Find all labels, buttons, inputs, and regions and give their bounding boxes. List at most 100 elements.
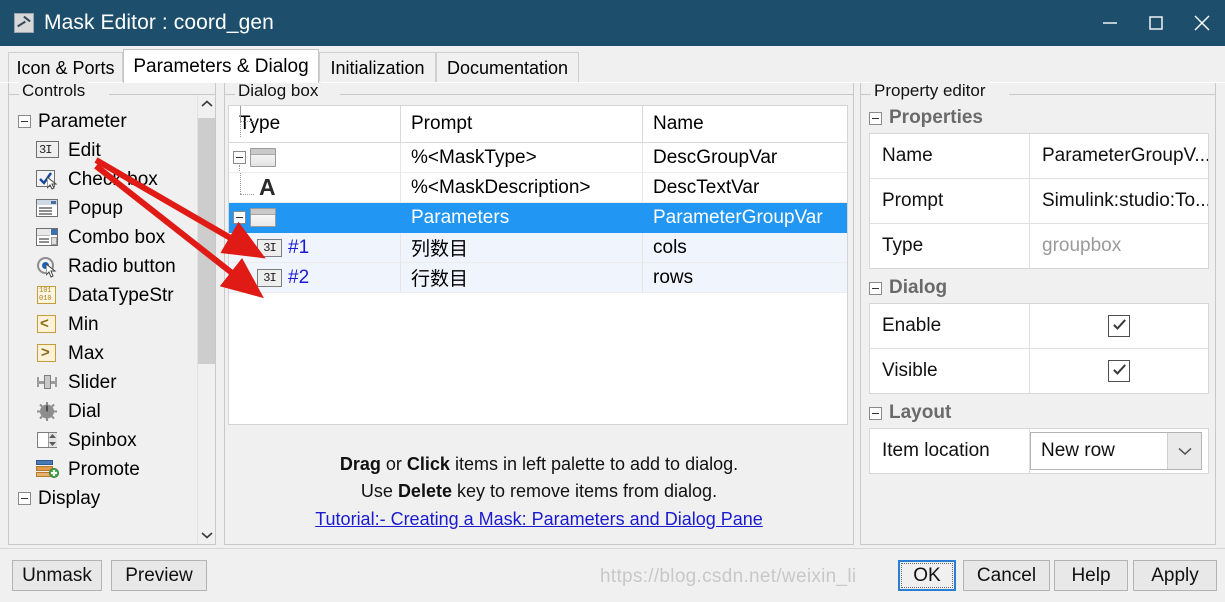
dialog-box-panel: Dialog box Type Prompt Name %<MaskType> … [224,81,854,545]
palette-scrollbar[interactable] [197,95,215,543]
column-header-prompt[interactable]: Prompt [401,106,643,142]
palette-item-radio-button[interactable]: Radio button [10,252,198,281]
palette-item-dial[interactable]: Dial [10,397,198,426]
tree-line [239,165,240,172]
popup-list-icon [36,198,60,219]
close-icon[interactable] [1179,0,1225,46]
tab-bar: Icon & Ports Parameters & Dialog Initial… [0,46,1225,83]
collapse-icon[interactable] [18,115,31,128]
palette-item-edit[interactable]: 3I Edit [10,136,198,165]
palette-group-display[interactable]: Display [10,484,198,513]
min-icon: < [36,314,60,335]
palette-item-label: Promote [68,458,140,480]
palette-item-popup[interactable]: Popup [10,194,198,223]
row-type-cell [229,203,401,233]
property-value-name[interactable]: ParameterGroupV... [1030,134,1208,178]
tab-icon-and-ports[interactable]: Icon & Ports [8,52,123,83]
property-key: Name [870,134,1030,178]
table-row[interactable]: A %<MaskDescription> DescTextVar [229,173,847,203]
unmask-button[interactable]: Unmask [12,560,102,591]
visible-checkbox[interactable] [1108,360,1130,382]
row-name-cell[interactable]: ParameterGroupVar [643,203,847,233]
apply-button[interactable]: Apply [1133,560,1217,591]
property-row-enable[interactable]: Enable [870,304,1208,349]
property-row-visible[interactable]: Visible [870,349,1208,393]
scroll-up-icon[interactable] [198,95,215,112]
datatype-string-icon: 101 010 [36,285,60,306]
collapse-icon[interactable] [869,406,882,420]
column-header-name[interactable]: Name [643,106,847,142]
cancel-button[interactable]: Cancel [963,560,1050,591]
minimize-icon[interactable] [1087,0,1133,46]
palette-item-min[interactable]: < Min [10,310,198,339]
palette-item-datatypestr[interactable]: 101 010 DataTypeStr [10,281,198,310]
row-type-cell [229,143,401,173]
row-prompt-cell[interactable]: %<MaskDescription> [401,173,643,203]
hint-delete: Use Delete key to remove items from dial… [225,478,853,505]
property-editor-legend: Property editor [871,81,989,101]
table-row[interactable]: 3I #1 列数目 cols [229,106,847,263]
preview-button[interactable]: Preview [111,560,207,591]
property-key: Enable [870,304,1030,348]
controls-palette: Controls Parameter 3I Edit Check box Pop… [8,81,216,545]
property-section-properties[interactable]: Properties [861,103,1215,133]
column-header-type[interactable]: Type [229,106,401,142]
palette-item-label: Max [68,342,104,364]
property-section-layout[interactable]: Layout [861,398,1215,428]
property-value-prompt[interactable]: Simulink:studio:To... [1030,179,1208,223]
property-row-item-location[interactable]: Item location New row [870,429,1208,473]
row-prompt-cell[interactable]: %<MaskType> [401,143,643,173]
mask-editor-icon [14,13,34,33]
table-row[interactable]: 3I #2 行数目 rows [229,106,847,293]
palette-group-parameter[interactable]: Parameter [10,107,198,136]
property-row-type: Type groupbox [870,224,1208,268]
hint-drag-click: Drag or Click items in left palette to a… [225,451,853,478]
promote-icon [36,459,60,480]
tab-documentation[interactable]: Documentation [436,52,579,83]
row-name-cell[interactable]: DescTextVar [643,173,847,203]
tree-collapse-icon[interactable] [233,151,246,164]
help-button[interactable]: Help [1054,560,1128,591]
property-value-visible[interactable] [1030,349,1208,393]
hint-text: key to remove items from dialog. [451,481,718,501]
maximize-icon[interactable] [1133,0,1179,46]
row-name-cell[interactable]: cols [643,233,847,263]
palette-item-label: Check box [68,168,158,190]
tree-line [240,194,254,195]
tutorial-link[interactable]: Tutorial:- Creating a Mask: Parameters a… [225,505,853,534]
row-prompt-cell[interactable]: 行数目 [401,263,643,293]
slider-icon [36,372,60,393]
property-row-name[interactable]: Name ParameterGroupV... [870,134,1208,179]
item-location-select[interactable]: New row [1030,432,1202,470]
row-name-cell[interactable]: rows [643,263,847,293]
table-row[interactable]: %<MaskType> DescGroupVar [229,143,847,173]
property-row-prompt[interactable]: Prompt Simulink:studio:To... [870,179,1208,224]
property-section-dialog[interactable]: Dialog [861,273,1215,303]
palette-item-spinbox[interactable]: Spinbox [10,426,198,455]
tab-initialization[interactable]: Initialization [319,52,436,83]
palette-item-label: Combo box [68,226,166,248]
tree-collapse-icon[interactable] [233,211,246,224]
palette-item-combo-box[interactable]: Combo box [10,223,198,252]
enable-checkbox[interactable] [1108,315,1130,337]
hint-text: items in left palette to add to dialog. [449,454,739,474]
collapse-icon[interactable] [18,492,31,505]
collapse-icon[interactable] [869,281,882,295]
chevron-down-icon[interactable] [1167,433,1201,469]
row-prompt-cell[interactable]: 列数目 [401,233,643,263]
table-row-selected[interactable]: Parameters ParameterGroupVar [229,203,847,233]
row-name-cell[interactable]: DescGroupVar [643,143,847,173]
scroll-down-icon[interactable] [198,526,215,543]
palette-item-max[interactable]: > Max [10,339,198,368]
ok-button[interactable]: OK [898,560,956,591]
palette-item-slider[interactable]: Slider [10,368,198,397]
row-prompt-cell[interactable]: Parameters [401,203,643,233]
property-value-enable[interactable] [1030,304,1208,348]
palette-item-promote[interactable]: Promote [10,455,198,484]
palette-item-label: Slider [68,371,117,393]
tab-parameters-and-dialog[interactable]: Parameters & Dialog [123,49,319,83]
collapse-icon[interactable] [869,111,882,125]
dialog-items-table[interactable]: Type Prompt Name %<MaskType> DescGroupVa… [228,105,848,425]
scrollbar-thumb[interactable] [198,118,215,364]
palette-item-check-box[interactable]: Check box [10,165,198,194]
